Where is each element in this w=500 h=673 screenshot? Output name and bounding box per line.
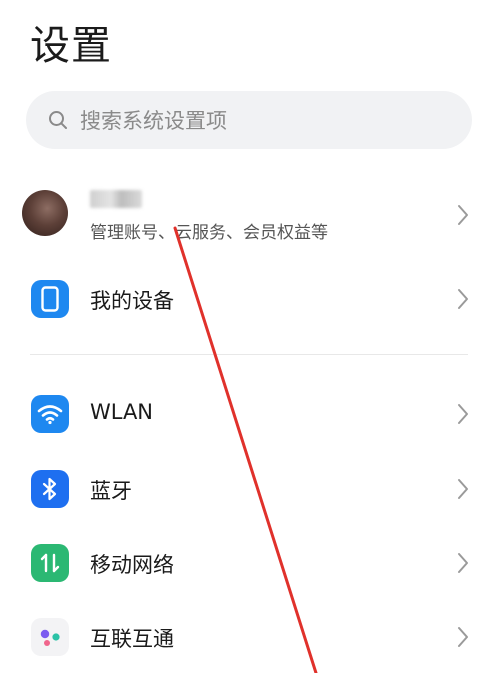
account-subtitle: 管理账号、云服务、会员权益等 (90, 223, 328, 243)
wifi-icon (31, 395, 69, 433)
wlan-row[interactable]: WLAN (0, 385, 500, 443)
chevron-right-icon (456, 477, 470, 501)
item-label: 移动网络 (90, 553, 174, 577)
account-row[interactable]: 管理账号、云服务、会员权益等 (0, 182, 500, 248)
interconnect-row[interactable]: 互联互通 (0, 608, 500, 666)
bluetooth-row[interactable]: 蓝牙 (0, 460, 500, 518)
search-bar[interactable]: 搜索系统设置项 (26, 91, 472, 149)
chevron-right-icon (456, 402, 470, 426)
chevron-right-icon (456, 625, 470, 649)
interconnect-icon (31, 618, 69, 656)
avatar (22, 190, 68, 236)
search-icon (48, 110, 68, 130)
bluetooth-icon (31, 470, 69, 508)
item-label: 蓝牙 (90, 479, 132, 503)
account-name (90, 190, 142, 208)
item-label: WLAN (90, 400, 154, 424)
mobile-network-row[interactable]: 移动网络 (0, 534, 500, 592)
item-label: 互联互通 (90, 627, 174, 651)
chevron-right-icon (456, 203, 470, 227)
divider (30, 354, 468, 355)
search-placeholder: 搜索系统设置项 (80, 109, 227, 133)
chevron-right-icon (456, 551, 470, 575)
item-label: 我的设备 (90, 289, 174, 313)
device-icon (31, 280, 69, 318)
my-device-row[interactable]: 我的设备 (0, 270, 500, 328)
chevron-right-icon (456, 287, 470, 311)
mobile-network-icon (31, 544, 69, 582)
page-title: 设置 (30, 23, 112, 69)
